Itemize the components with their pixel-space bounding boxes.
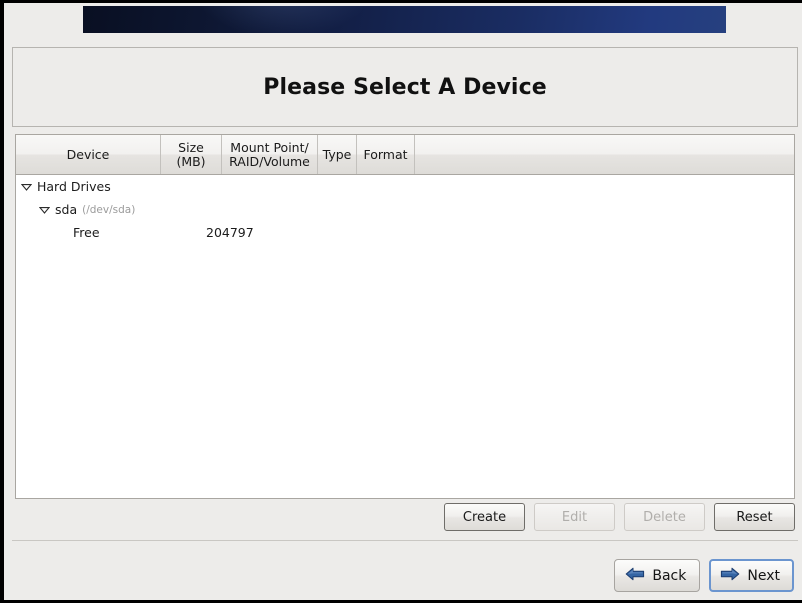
device-tree-panel: Device Size (MB) Mount Point/ RAID/Volum… (15, 134, 795, 499)
column-header-size-line2: (MB) (176, 153, 206, 169)
footer-separator (12, 540, 798, 541)
page-title: Please Select A Device (263, 74, 547, 100)
arrow-left-icon (625, 566, 645, 586)
column-header-type-label: Type (322, 146, 352, 162)
column-header-type[interactable]: Type (318, 135, 357, 174)
installer-window: Please Select A Device Device Size (MB) … (0, 0, 802, 603)
column-header-size-label: Size (MB) (176, 139, 206, 169)
tree-node-label: Free (73, 225, 100, 240)
navigation-bar: Back Next (614, 559, 794, 592)
action-button-bar: Create Edit Delete Reset (15, 503, 795, 533)
column-header-mount-point[interactable]: Mount Point/ RAID/Volume (222, 135, 318, 174)
tree-cell-device: sda (/dev/sda) (38, 202, 184, 217)
tree-node-label: sda (55, 202, 78, 217)
title-panel: Please Select A Device (12, 47, 798, 127)
tree-cell-size: 204797 (206, 225, 254, 240)
tree-cell-device: Hard Drives (20, 179, 166, 194)
column-header-filler (415, 135, 794, 174)
column-header-device-label: Device (66, 146, 110, 162)
table-row[interactable]: Hard Drives (16, 175, 794, 198)
column-header-device[interactable]: Device (16, 135, 161, 174)
back-button-label: Back (652, 567, 687, 584)
triangle-down-icon[interactable] (38, 206, 51, 214)
table-row[interactable]: sda (/dev/sda) (16, 198, 794, 221)
reset-button[interactable]: Reset (714, 503, 795, 531)
tree-node-device-path: (/dev/sda) (82, 203, 136, 216)
window-body: Please Select A Device Device Size (MB) … (4, 3, 802, 600)
column-header-format[interactable]: Format (357, 135, 415, 174)
next-button[interactable]: Next (709, 559, 794, 592)
device-tree-header: Device Size (MB) Mount Point/ RAID/Volum… (16, 135, 794, 175)
table-row[interactable]: Free 204797 (16, 221, 794, 244)
column-header-format-label: Format (363, 146, 408, 162)
create-button[interactable]: Create (444, 503, 525, 531)
banner-strip (4, 3, 802, 36)
tree-node-label: Hard Drives (37, 179, 111, 194)
tree-cell-device: Free (56, 225, 202, 240)
column-header-size[interactable]: Size (MB) (161, 135, 222, 174)
column-header-size-line1: Size (178, 139, 204, 155)
delete-button: Delete (624, 503, 705, 531)
edit-button: Edit (534, 503, 615, 531)
back-button[interactable]: Back (614, 559, 701, 592)
next-button-label: Next (747, 567, 780, 584)
column-header-mount-point-label: Mount Point/ RAID/Volume (229, 139, 310, 169)
column-header-mount-line2: RAID/Volume (229, 153, 310, 169)
column-header-mount-line1: Mount Point/ (230, 139, 309, 155)
installer-banner-gradient (83, 6, 726, 33)
device-tree-body: Hard Drives sda (/dev/sda) Free 204797 (16, 175, 794, 498)
arrow-right-icon (720, 566, 740, 586)
triangle-down-icon[interactable] (20, 183, 33, 191)
